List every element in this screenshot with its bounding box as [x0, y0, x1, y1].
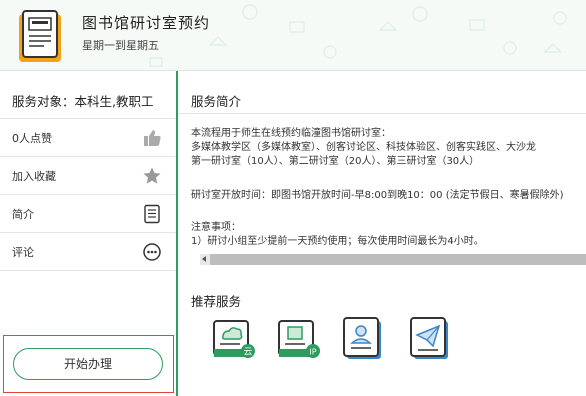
- intro-line: 第一研讨室（10人）、第二研讨室（20人）、第三研讨室（30人）: [191, 156, 480, 167]
- intro-line: 1）研讨小组至少提前一天预约使用；每次使用时间最长为4小时。: [191, 236, 484, 247]
- sidebar-item-like[interactable]: 0人点赞: [0, 119, 176, 157]
- star-icon[interactable]: [142, 166, 162, 186]
- sidebar-item-comment[interactable]: 评论: [0, 233, 176, 271]
- header-pattern: [149, 4, 567, 67]
- intro-line: 多媒体教学区（多媒体教室）、创客讨论区、科技体验区、创客实践区、大沙龙: [191, 142, 536, 153]
- start-button-highlight: 开始办理: [3, 335, 174, 393]
- intro-line: 研讨室开放时间：即图书馆开放时间-早8:00到晚10：00 (法定节假日、寒暑假…: [191, 190, 564, 201]
- service-audience: 服务对象：本科生,教职工: [12, 94, 154, 109]
- library-app-icon: [19, 10, 61, 62]
- sidebar: 服务对象：本科生,教职工 0人点赞 加入收藏 简介 评论 开始办理: [0, 71, 176, 396]
- scroll-left-button[interactable]: [200, 254, 210, 265]
- main-content: 服务简介 本流程用于师生在线预约临潼图书馆研讨室： 多媒体教学区（多媒体教室）、…: [178, 71, 586, 396]
- sidebar-item-favorite[interactable]: 加入收藏: [0, 157, 176, 195]
- cloud-doc-icon[interactable]: 云: [210, 315, 258, 363]
- comment-icon[interactable]: [142, 242, 162, 262]
- ip-badge: IP: [309, 348, 316, 357]
- recommended-section-title: 推荐服务: [191, 294, 242, 309]
- ip-doc-icon[interactable]: IP: [275, 315, 323, 363]
- chevron-left-icon: [202, 256, 206, 262]
- app-header: 图书馆研讨室预约 星期一到星期五: [0, 0, 586, 70]
- thumbs-up-icon[interactable]: [142, 128, 162, 148]
- horizontal-scrollbar[interactable]: [200, 254, 586, 265]
- intro-section-title: 服务简介: [191, 94, 242, 109]
- like-count-label: 0人点赞: [12, 132, 52, 145]
- paper-plane-icon[interactable]: [408, 315, 456, 363]
- cloud-badge: 云: [243, 348, 252, 358]
- intro-line: 注意事项：: [191, 222, 241, 233]
- app-title: 图书馆研讨室预约: [82, 14, 211, 32]
- comment-label: 评论: [12, 246, 34, 259]
- intro-label: 简介: [12, 208, 34, 221]
- sidebar-item-intro[interactable]: 简介: [0, 195, 176, 233]
- start-button[interactable]: 开始办理: [13, 348, 163, 380]
- intro-section-divider: [178, 113, 586, 114]
- user-card-icon[interactable]: [341, 315, 389, 363]
- favorite-label: 加入收藏: [12, 170, 56, 183]
- intro-line: 本流程用于师生在线预约临潼图书馆研讨室：: [191, 128, 391, 139]
- document-icon[interactable]: [142, 204, 162, 224]
- app-subtitle: 星期一到星期五: [82, 39, 159, 52]
